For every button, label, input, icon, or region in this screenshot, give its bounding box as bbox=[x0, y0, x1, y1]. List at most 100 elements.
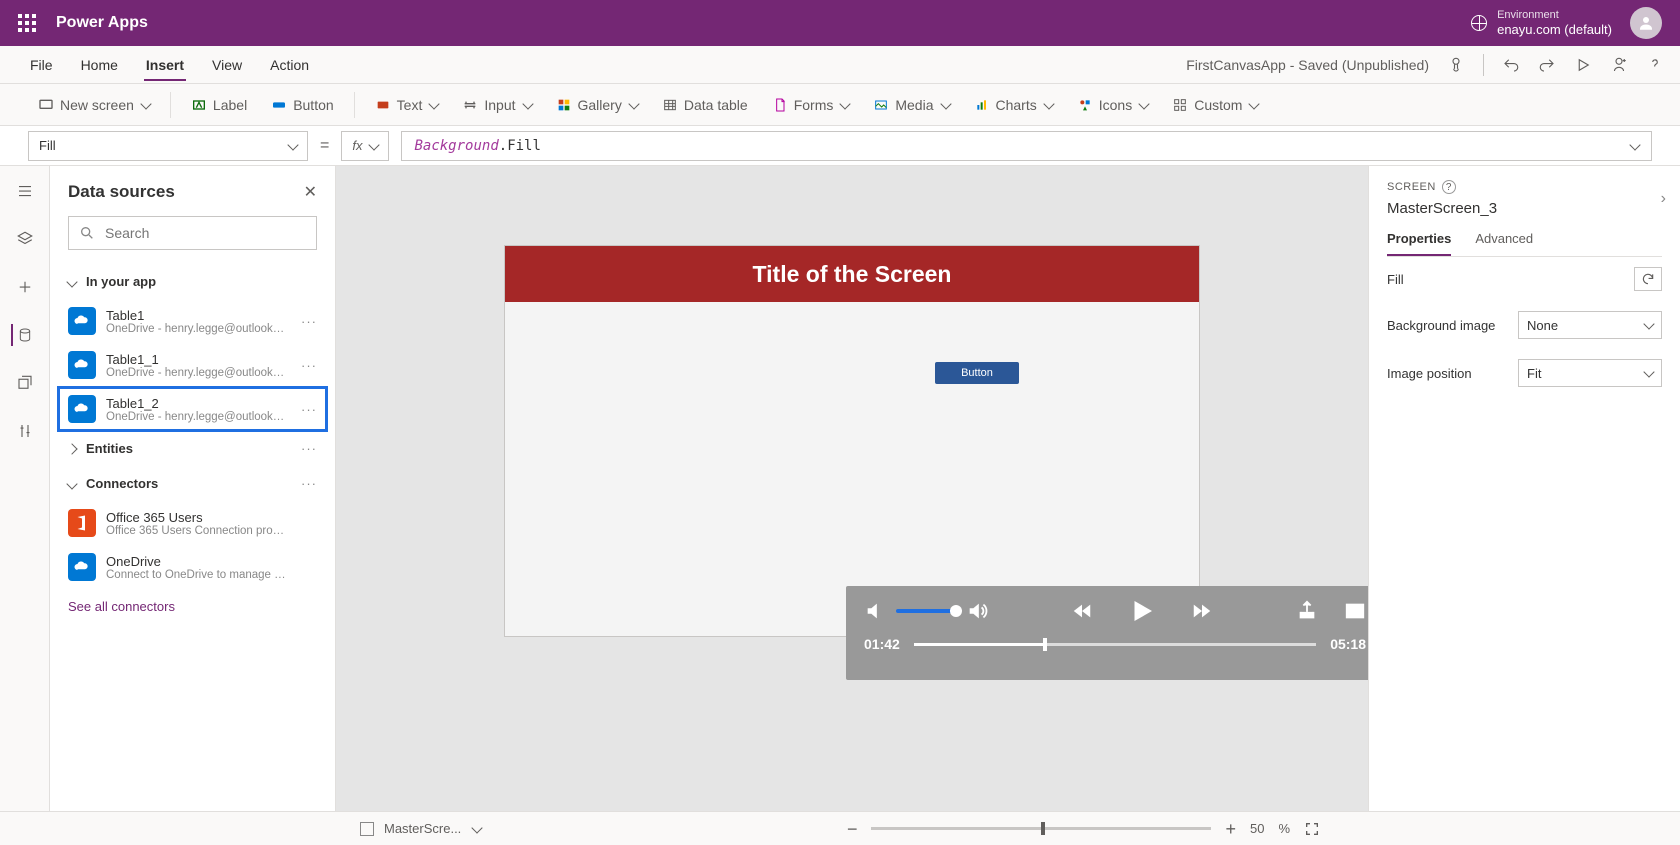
screen-breadcrumb[interactable]: MasterScre... bbox=[384, 821, 461, 836]
connector-item[interactable]: Office 365 Users Office 365 Users Connec… bbox=[58, 501, 327, 545]
more-icon[interactable]: ··· bbox=[301, 314, 317, 329]
icons-dropdown[interactable]: Icons bbox=[1067, 93, 1158, 117]
search-input[interactable] bbox=[103, 224, 306, 242]
rail-hamburger[interactable] bbox=[14, 180, 36, 202]
zoom-in-button[interactable]: + bbox=[1225, 820, 1236, 838]
chevron-down-icon[interactable] bbox=[472, 822, 483, 833]
label-button[interactable]: Label bbox=[181, 93, 257, 117]
charts-dropdown[interactable]: Charts bbox=[964, 93, 1063, 117]
environment-picker[interactable]: Environment enayu.com (default) bbox=[1471, 9, 1612, 38]
rail-tree[interactable] bbox=[14, 228, 36, 250]
chevron-down-icon bbox=[628, 98, 639, 109]
data-source-item-selected[interactable]: Table1_2 OneDrive - henry.legge@outlook.… bbox=[58, 387, 327, 431]
canvas-button-control[interactable]: Button bbox=[935, 362, 1019, 384]
data-source-item[interactable]: Table1 OneDrive - henry.legge@outlook.co… bbox=[58, 299, 327, 343]
status-bar: MasterScre... − + 50 % bbox=[0, 811, 1680, 845]
imgpos-select[interactable]: Fit bbox=[1518, 359, 1662, 387]
menu-insert[interactable]: Insert bbox=[144, 49, 186, 81]
see-all-connectors-link[interactable]: See all connectors bbox=[50, 589, 335, 624]
rail-data[interactable] bbox=[11, 324, 33, 346]
bgimage-select[interactable]: None bbox=[1518, 311, 1662, 339]
chevron-down-icon bbox=[522, 98, 533, 109]
prop-label-bgimg: Background image bbox=[1387, 318, 1495, 333]
text-icon bbox=[375, 97, 391, 113]
menu-home[interactable]: Home bbox=[79, 49, 120, 81]
props-heading: SCREEN bbox=[1387, 181, 1436, 193]
fill-reset-button[interactable] bbox=[1634, 267, 1662, 291]
canvas-area[interactable]: Title of the Screen Button bbox=[336, 166, 1368, 811]
datatable-button[interactable]: Data table bbox=[652, 93, 758, 117]
volume-icon[interactable] bbox=[864, 600, 886, 622]
app-launcher-icon[interactable] bbox=[18, 14, 36, 32]
rail-advanced[interactable] bbox=[14, 420, 36, 442]
gallery-icon bbox=[556, 97, 572, 113]
zoom-out-button[interactable]: − bbox=[847, 820, 858, 838]
plus-icon bbox=[16, 278, 34, 296]
select-checkbox[interactable] bbox=[360, 822, 374, 836]
more-icon[interactable]: ··· bbox=[301, 476, 317, 491]
connector-item[interactable]: OneDrive Connect to OneDrive to manage y… bbox=[58, 545, 327, 589]
total-time: 05:18 bbox=[1330, 636, 1366, 652]
rail-insert[interactable] bbox=[14, 276, 36, 298]
data-table-icon bbox=[662, 97, 678, 113]
input-icon bbox=[462, 97, 478, 113]
tools-icon bbox=[16, 422, 34, 440]
expand-panel-icon[interactable]: › bbox=[1661, 190, 1666, 208]
menu-view[interactable]: View bbox=[210, 49, 244, 81]
zoom-slider[interactable] bbox=[871, 827, 1211, 830]
chevron-down-icon bbox=[66, 478, 77, 489]
menu-file[interactable]: File bbox=[28, 49, 55, 81]
office365-icon bbox=[68, 509, 96, 537]
new-screen-button[interactable]: New screen bbox=[28, 93, 160, 117]
database-icon bbox=[17, 326, 33, 344]
section-connectors[interactable]: Connectors ··· bbox=[58, 466, 327, 501]
volume-high-icon[interactable] bbox=[966, 600, 988, 622]
undo-icon[interactable] bbox=[1502, 56, 1520, 74]
app-checker-icon[interactable] bbox=[1447, 56, 1465, 74]
chevron-down-icon bbox=[1139, 98, 1150, 109]
data-source-item[interactable]: Table1_1 OneDrive - henry.legge@outlook.… bbox=[58, 343, 327, 387]
media-icon bbox=[873, 97, 889, 113]
layers-icon bbox=[16, 230, 34, 248]
pip-icon[interactable] bbox=[1344, 600, 1366, 622]
prop-label-imgpos: Image position bbox=[1387, 366, 1472, 381]
seek-bar[interactable] bbox=[914, 643, 1316, 646]
equals-sign: = bbox=[320, 137, 329, 155]
property-selector[interactable]: Fill bbox=[28, 131, 308, 161]
more-icon[interactable]: ··· bbox=[301, 402, 317, 417]
media-dropdown[interactable]: Media bbox=[863, 93, 959, 117]
help-badge-icon[interactable]: ? bbox=[1442, 180, 1456, 194]
chevron-down-icon bbox=[940, 98, 951, 109]
volume-slider[interactable] bbox=[896, 609, 956, 613]
custom-dropdown[interactable]: Custom bbox=[1162, 93, 1268, 117]
input-dropdown[interactable]: Input bbox=[452, 93, 541, 117]
tab-advanced[interactable]: Advanced bbox=[1475, 231, 1533, 256]
redo-icon[interactable] bbox=[1538, 56, 1556, 74]
close-panel-button[interactable]: ✕ bbox=[304, 182, 317, 202]
play-icon[interactable] bbox=[1127, 596, 1157, 626]
share-out-icon[interactable] bbox=[1296, 600, 1318, 622]
screen-preview[interactable]: Title of the Screen Button bbox=[505, 246, 1199, 636]
text-dropdown[interactable]: Text bbox=[365, 93, 449, 117]
tab-properties[interactable]: Properties bbox=[1387, 231, 1451, 256]
help-icon[interactable] bbox=[1646, 56, 1664, 74]
share-icon[interactable] bbox=[1610, 56, 1628, 74]
search-box[interactable] bbox=[68, 216, 317, 250]
fx-button[interactable]: fx bbox=[341, 131, 389, 161]
user-avatar[interactable] bbox=[1630, 7, 1662, 39]
rail-media[interactable] bbox=[14, 372, 36, 394]
menu-action[interactable]: Action bbox=[268, 49, 311, 81]
chevron-down-icon bbox=[140, 98, 151, 109]
gallery-dropdown[interactable]: Gallery bbox=[546, 93, 648, 117]
section-in-your-app[interactable]: In your app bbox=[58, 264, 327, 299]
fit-to-window-icon[interactable] bbox=[1304, 821, 1320, 837]
more-icon[interactable]: ··· bbox=[301, 358, 317, 373]
section-entities[interactable]: Entities ··· bbox=[58, 431, 327, 466]
formula-input[interactable]: Background.Fill bbox=[401, 131, 1652, 161]
button-button[interactable]: Button bbox=[261, 93, 343, 117]
play-preview-icon[interactable] bbox=[1574, 56, 1592, 74]
more-icon[interactable]: ··· bbox=[301, 441, 317, 456]
forward-icon[interactable] bbox=[1191, 600, 1213, 622]
rewind-icon[interactable] bbox=[1071, 600, 1093, 622]
forms-dropdown[interactable]: Forms bbox=[762, 93, 860, 117]
